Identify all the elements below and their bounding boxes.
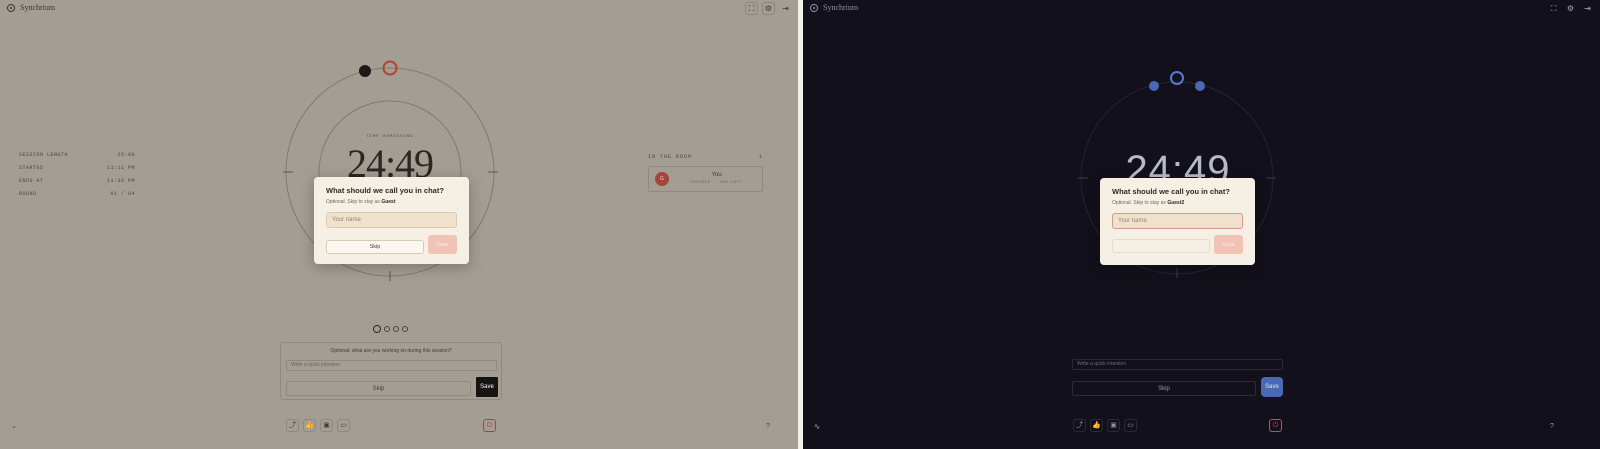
stat-session-length: SESSION LENGTH 25:00 — [19, 151, 135, 158]
thumbs-up-icon[interactable]: 👍 — [1090, 419, 1103, 432]
settings-icon[interactable]: ⚙ — [762, 2, 775, 15]
exit-icon[interactable]: ⇥ — [779, 2, 792, 15]
ring-dot-filled — [359, 65, 371, 77]
intention-skip-button[interactable]: Skip — [286, 381, 471, 396]
bottom-toolbar: ⤴ 👍 ▣ ▭ — [1073, 419, 1137, 432]
round-indicator — [373, 325, 408, 333]
light-theme-pane: Synchrium ⛶ ⚙ ⇥ SESSION LENGTH 25:00 STAR… — [0, 0, 798, 449]
guest-name: Guest2 — [1167, 200, 1185, 206]
round-dot — [402, 326, 408, 332]
picture-in-picture-icon[interactable]: ▣ — [1107, 419, 1120, 432]
bottom-toolbar: ⤴ 👍 ▣ ▭ — [286, 419, 350, 432]
room-header: IN THE ROOM 1 — [648, 151, 763, 163]
top-toolbar: ⛶ ⚙ ⇥ — [745, 2, 792, 15]
member-name: You — [711, 172, 722, 178]
round-dot — [384, 326, 390, 332]
thumbs-up-icon[interactable]: 👍 — [303, 419, 316, 432]
name-input[interactable]: Your name — [1112, 213, 1243, 229]
session-stats: SESSION LENGTH 25:00 STARTED 11:11 PM ENDS… — [19, 148, 135, 200]
ring-dot — [1195, 81, 1205, 91]
intention-skip-button[interactable]: Skip — [1072, 381, 1256, 396]
settings-icon[interactable]: ⚙ — [1564, 2, 1577, 15]
power-icon[interactable]: ⏻ — [483, 419, 496, 432]
fullscreen-icon[interactable]: ⛶ — [745, 2, 758, 15]
intention-input[interactable]: Write a quick intention — [1072, 359, 1283, 370]
logo-icon — [7, 3, 15, 12]
logo-icon — [810, 3, 818, 12]
stat-ends-at: ENDS AT 11:36 PM — [19, 177, 135, 184]
round-dot-current — [373, 325, 381, 333]
ring-dot — [1149, 81, 1159, 91]
brand[interactable]: Synchrium — [7, 3, 55, 12]
stat-started: STARTED 11:11 PM — [19, 164, 135, 171]
dialog-save-button[interactable]: Save — [428, 235, 457, 254]
room-panel: IN THE ROOM 1 G You FOCUSED · 24M LEFT — [648, 151, 763, 192]
chevron-down-icon[interactable]: ⌄ — [8, 420, 20, 432]
timer-label: TIME REMAINING — [366, 135, 414, 139]
intention-panel: Optional: what are you working on during… — [280, 342, 502, 400]
dialog-skip-button[interactable]: Skip — [326, 240, 424, 254]
share-icon[interactable]: ⤴ — [1073, 419, 1086, 432]
intention-save-button[interactable]: Save — [1261, 377, 1283, 397]
room-heading: IN THE ROOM — [648, 154, 693, 160]
brand-name: Synchrium — [20, 3, 56, 12]
help-icon[interactable]: ? — [1546, 420, 1558, 432]
chat-icon[interactable]: ▭ — [1124, 419, 1137, 432]
avatar: G — [655, 172, 669, 186]
name-dialog: What should we call you in chat? Optiona… — [1100, 178, 1255, 265]
dialog-title: What should we call you in chat? — [326, 186, 444, 195]
member-status: FOCUSED · 24M LEFT — [690, 181, 743, 185]
power-icon[interactable]: ⏻ — [1269, 419, 1282, 432]
name-input[interactable]: Your name — [326, 212, 457, 228]
intention-input[interactable]: Write a quick intention — [286, 360, 497, 371]
dialog-subtitle: Optional. Skip to stay as Guest — [326, 199, 396, 205]
dialog-skip-button[interactable] — [1112, 239, 1210, 253]
stat-round: ROUND 01 / 04 — [19, 190, 135, 197]
dialog-save-button[interactable]: Save — [1214, 235, 1243, 254]
guest-name: Guest — [381, 199, 396, 205]
intention-question: Optional: what are you working on during… — [330, 348, 452, 354]
activity-icon[interactable]: ∿ — [811, 420, 823, 432]
chat-icon[interactable]: ▭ — [337, 419, 350, 432]
brand[interactable]: Synchrium — [810, 3, 858, 12]
room-member-card: G You FOCUSED · 24M LEFT — [648, 166, 763, 192]
intention-save-button[interactable]: Save — [476, 377, 498, 397]
picture-in-picture-icon[interactable]: ▣ — [320, 419, 333, 432]
round-dot — [393, 326, 399, 332]
brand-name: Synchrium — [823, 3, 859, 12]
dialog-subtitle: Optional. Skip to stay as Guest2 — [1112, 200, 1185, 206]
room-count: 1 — [758, 154, 763, 160]
top-toolbar: ⛶ ⚙ ⇥ — [1547, 2, 1594, 15]
exit-icon[interactable]: ⇥ — [1581, 2, 1594, 15]
name-dialog: What should we call you in chat? Optiona… — [314, 177, 469, 264]
help-icon[interactable]: ? — [762, 420, 774, 432]
dialog-title: What should we call you in chat? — [1112, 187, 1230, 196]
fullscreen-icon[interactable]: ⛶ — [1547, 2, 1560, 15]
share-icon[interactable]: ⤴ — [286, 419, 299, 432]
